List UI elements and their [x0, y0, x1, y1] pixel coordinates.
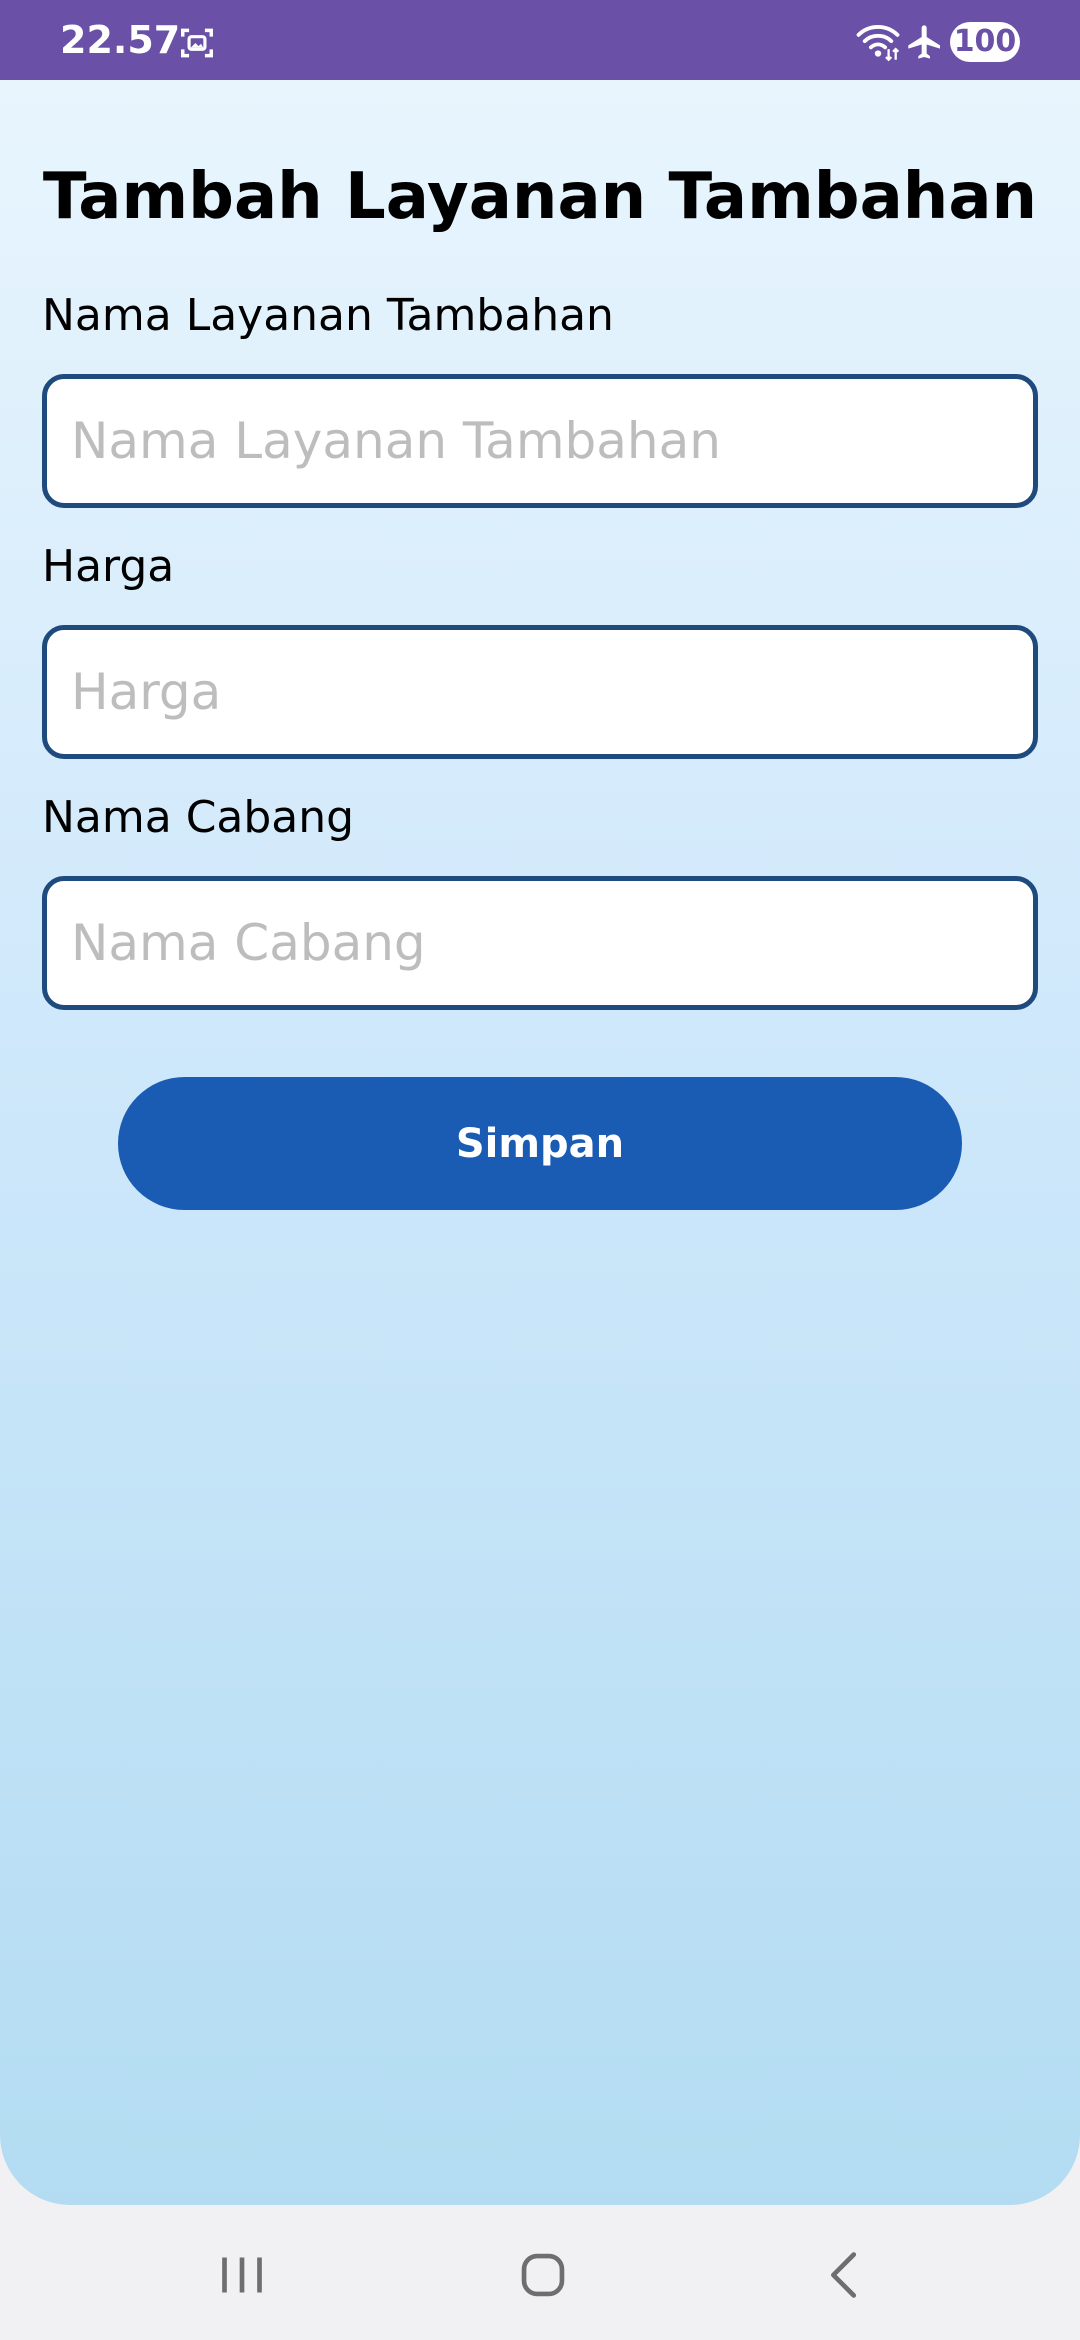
wifi-icon: [856, 25, 900, 62]
screenshot-icon: [181, 28, 213, 58]
airplane-mode-icon: [908, 25, 940, 59]
home-icon[interactable]: [508, 2240, 578, 2310]
service-name-label: Nama Layanan Tambahan: [42, 290, 614, 341]
status-bar: 22.57 100: [0, 0, 1080, 80]
price-input[interactable]: [42, 625, 1038, 759]
price-label: Harga: [42, 541, 175, 592]
save-button[interactable]: Simpan: [118, 1077, 962, 1210]
back-icon[interactable]: [810, 2240, 880, 2310]
navigation-bar: [0, 2205, 1080, 2340]
service-name-input[interactable]: [42, 374, 1038, 508]
page-title: Tambah Layanan Tambahan: [42, 160, 1038, 234]
main-screen: Tambah Layanan Tambahan Nama Layanan Tam…: [0, 80, 1080, 2205]
branch-name-input[interactable]: [42, 876, 1038, 1010]
battery-badge: 100: [950, 22, 1020, 62]
status-time: 22.57: [60, 18, 181, 62]
recent-apps-icon[interactable]: [207, 2240, 277, 2310]
branch-name-label: Nama Cabang: [42, 792, 355, 843]
